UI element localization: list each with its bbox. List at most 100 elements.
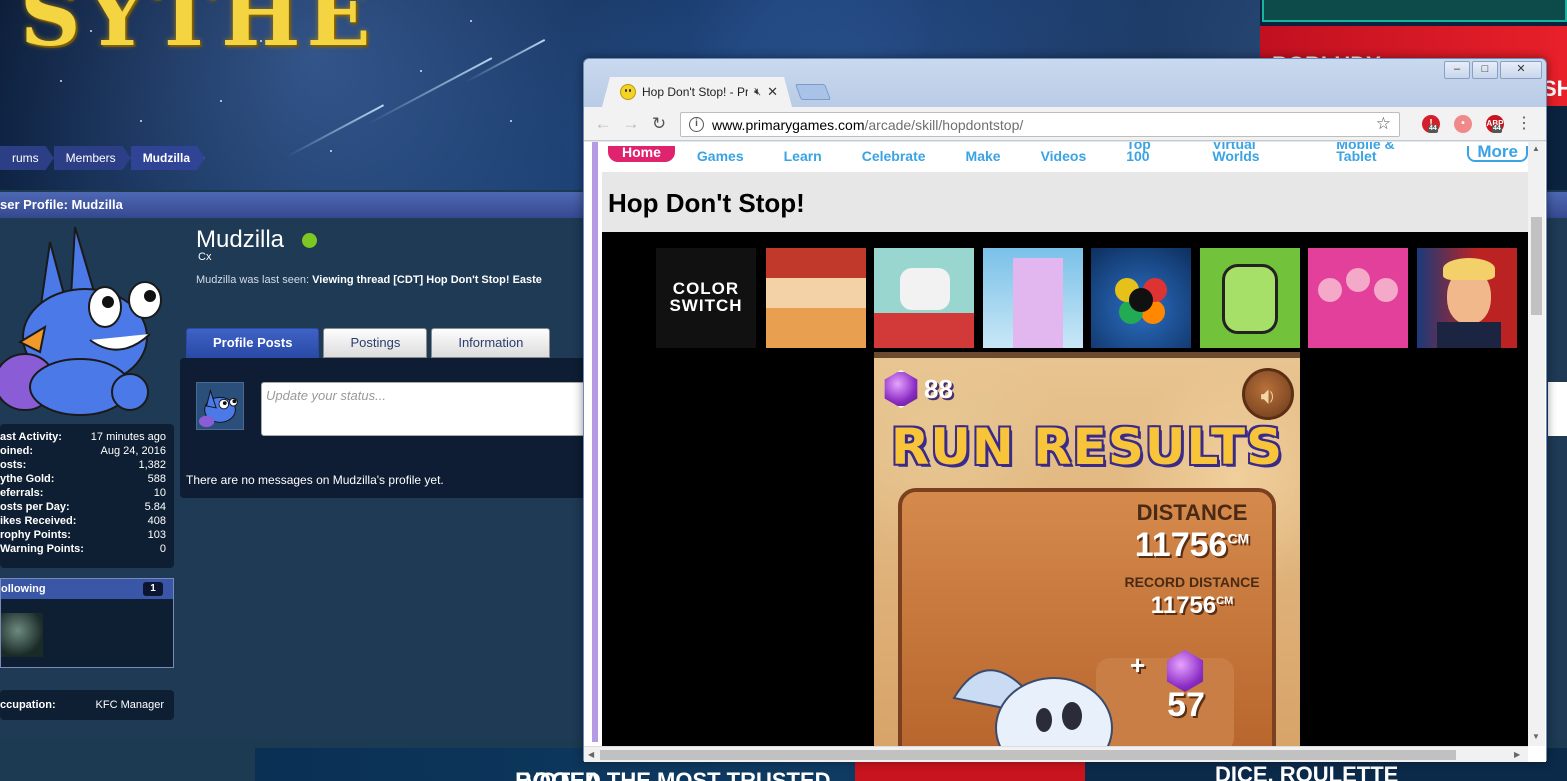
nav-more[interactable]: More	[1467, 143, 1528, 162]
profile-tabs: Profile Posts Postings Information	[186, 328, 551, 358]
browser-tab[interactable]: Hop Don't Stop! - Prim 🔇︎ ✕	[602, 77, 792, 107]
stat-key: eferrals:	[0, 487, 44, 499]
last-seen: Mudzilla was last seen: Viewing thread […	[196, 274, 542, 286]
nav-top-100[interactable]: Top 100	[1126, 142, 1172, 163]
browser-window: – □ ✕ Hop Don't Stop! - Prim 🔇︎ ✕ ← → ↻ …	[583, 58, 1547, 762]
window-controls: – □ ✕	[1444, 61, 1542, 79]
profile-title: ser Profile: Mudzilla	[0, 197, 123, 212]
tab-close-icon[interactable]: ✕	[767, 84, 778, 100]
ad-text-3: DICE, ROULETTE	[1215, 762, 1399, 781]
stat-row: eferrals: 10	[0, 486, 166, 500]
stat-value: 588	[147, 473, 166, 485]
forward-arrow-icon[interactable]: →	[620, 113, 642, 135]
user-title: Cx	[198, 251, 212, 263]
close-window-button[interactable]: ✕	[1500, 61, 1542, 79]
page-viewport: Home Games Learn Celebrate Make Videos T…	[584, 142, 1546, 762]
game-thumb-president[interactable]	[1417, 248, 1517, 348]
stat-row: ythe Gold: 588	[0, 472, 166, 486]
stat-key: ikes Received:	[0, 515, 77, 527]
sound-toggle-icon[interactable]: 🔉︎	[1242, 368, 1294, 420]
site-nav: Home Games Learn Celebrate Make Videos T…	[602, 142, 1528, 164]
nav-learn[interactable]: Learn	[784, 149, 822, 163]
stat-key: osts:	[0, 459, 27, 471]
page-accent-bar	[592, 142, 598, 742]
tab-postings[interactable]: Postings	[323, 328, 428, 358]
browser-titlebar[interactable]: – □ ✕ Hop Don't Stop! - Prim 🔇︎ ✕	[584, 59, 1546, 107]
vertical-scrollbar[interactable]: ▲ ▼	[1528, 142, 1545, 746]
stat-row: osts: 1,382	[0, 458, 166, 472]
extension-badge: 44	[1428, 125, 1438, 133]
avatar[interactable]	[0, 222, 172, 418]
tab-information[interactable]: Information	[431, 328, 551, 358]
breadcrumb-forums[interactable]: rums	[0, 146, 54, 170]
nav-make[interactable]: Make	[966, 149, 1001, 163]
scroll-right-icon[interactable]: ▶	[1514, 750, 1520, 759]
horizontal-scroll-thumb[interactable]	[600, 750, 1456, 760]
occupation-key: ccupation:	[0, 699, 56, 711]
vertical-scroll-thumb[interactable]	[1531, 217, 1542, 315]
breadcrumb: rums Members Mudzilla	[0, 146, 205, 170]
site-info-icon[interactable]: i	[689, 117, 704, 132]
smiley-favicon-icon	[620, 84, 636, 100]
bookmark-star-icon[interactable]: ☆	[1376, 114, 1391, 134]
game-container: COLOR SWITCH 88 🔉︎ RUN RESULTS DISTANCE …	[602, 232, 1528, 758]
browser-menu-icon[interactable]: ⋮	[1516, 114, 1532, 134]
muted-audio-icon[interactable]: 🔇︎	[754, 86, 761, 99]
maximize-button[interactable]: □	[1472, 61, 1498, 79]
ad-text-2: VOTED THE MOST TRUSTED	[525, 768, 831, 781]
game-canvas[interactable]: 88 🔉︎ RUN RESULTS DISTANCE 11756CM RECOR…	[874, 352, 1300, 758]
stat-key: oined:	[0, 445, 33, 457]
extension-icon[interactable]: ! 44	[1422, 115, 1440, 133]
stat-row: oined: Aug 24, 2016	[0, 444, 166, 458]
status-input[interactable]: Update your status...	[261, 382, 591, 436]
scroll-left-icon[interactable]: ◀	[588, 750, 594, 759]
distance-number: 11756	[1134, 526, 1228, 564]
stat-row: osts per Day: 5.84	[0, 500, 166, 514]
distance-label: DISTANCE	[1136, 500, 1248, 525]
stat-row: rophy Points: 103	[0, 528, 166, 542]
nav-home[interactable]: Home	[608, 145, 675, 162]
url-host: www.primarygames.com	[712, 116, 865, 133]
post-button-edge[interactable]	[1548, 382, 1567, 436]
nav-celebrate[interactable]: Celebrate	[862, 149, 926, 163]
minimize-button[interactable]: –	[1444, 61, 1470, 79]
horizontal-scrollbar[interactable]: ◀ ▶	[584, 746, 1528, 762]
scroll-down-icon[interactable]: ▼	[1532, 732, 1540, 741]
game-thumb-powerpuff[interactable]	[1308, 248, 1408, 348]
bunny-character	[952, 669, 1113, 758]
last-seen-label: Mudzilla was last seen:	[196, 274, 310, 286]
breadcrumb-current[interactable]: Mudzilla	[131, 146, 205, 170]
last-seen-link[interactable]: Viewing thread [CDT] Hop Don't Stop! Eas…	[312, 274, 542, 286]
distance-unit: CM	[1227, 530, 1250, 547]
stat-value: 10	[153, 487, 166, 499]
game-thumb-cat[interactable]	[874, 248, 974, 348]
nav-virtual-worlds[interactable]: Virtual Worlds	[1212, 142, 1296, 163]
breadcrumb-members[interactable]: Members	[54, 146, 131, 170]
calendar-extension-icon[interactable]: •	[1454, 115, 1472, 133]
adblock-icon[interactable]: ABP 44	[1486, 115, 1504, 133]
address-bar[interactable]: i www.primarygames.com/arcade/skill/hopd…	[680, 112, 1400, 137]
stat-key: ast Activity:	[0, 431, 62, 443]
nav-videos[interactable]: Videos	[1041, 149, 1087, 163]
game-thumb-color-switch[interactable]: COLOR SWITCH	[656, 248, 756, 348]
profile-username: Mudzilla	[196, 226, 285, 253]
game-thumb-pool[interactable]	[1091, 248, 1191, 348]
tab-profile-posts[interactable]: Profile Posts	[186, 328, 320, 358]
game-thumb-castle[interactable]	[983, 248, 1083, 348]
stat-value: 5.84	[144, 501, 166, 513]
reload-icon[interactable]: ↻	[648, 113, 670, 135]
back-arrow-icon[interactable]: ←	[592, 113, 614, 135]
scroll-up-icon[interactable]: ▲	[1532, 144, 1540, 153]
nav-games[interactable]: Games	[697, 149, 744, 163]
nav-mobile-tablet[interactable]: Mobile & Tablet	[1336, 142, 1427, 163]
site-logo[interactable]: SYTHE	[20, 0, 377, 65]
plus-sign: +	[1130, 650, 1146, 680]
record-value: 11756CM	[1102, 592, 1282, 620]
new-tab-button[interactable]	[795, 84, 831, 100]
browser-toolbar: ← → ↻ i www.primarygames.com/arcade/skil…	[584, 107, 1546, 141]
followed-user-avatar[interactable]	[1, 613, 43, 657]
game-thumb-beast-boy[interactable]	[1200, 248, 1300, 348]
game-thumb-burger[interactable]	[766, 248, 866, 348]
following-header[interactable]: ollowing 1	[1, 579, 173, 599]
user-stats: ast Activity: 17 minutes ago oined: Aug 24…	[0, 424, 174, 568]
